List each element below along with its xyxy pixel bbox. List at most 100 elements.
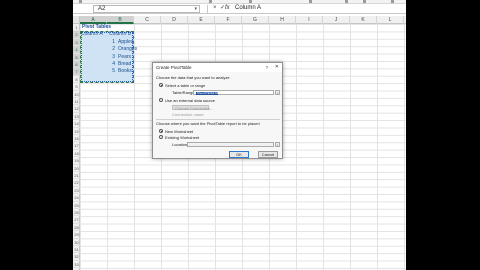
cell-a-value[interactable]: 1: [98, 39, 115, 46]
cell-b-value[interactable]: Apples: [118, 39, 133, 46]
column-header-i[interactable]: I: [296, 16, 323, 24]
cell-a-value[interactable]: 3: [98, 54, 115, 61]
row-header-8[interactable]: 8: [73, 76, 80, 84]
row-header-12[interactable]: 12: [73, 105, 80, 113]
row-header-26[interactable]: 26: [73, 209, 80, 217]
choose-connection-label: Choose Connection...: [175, 106, 214, 111]
new-worksheet-label[interactable]: New Worksheet: [165, 129, 193, 134]
row-header-21[interactable]: 21: [73, 172, 80, 180]
new-worksheet-radio[interactable]: [159, 129, 163, 133]
cell-a-value[interactable]: 5: [98, 68, 115, 75]
row-header-16[interactable]: 16: [73, 135, 80, 143]
table-range-input[interactable]: Sheet1!$A$2:$B$7: [193, 90, 274, 95]
formula-input[interactable]: Column A: [235, 5, 261, 12]
row-header-4[interactable]: 4: [73, 46, 80, 54]
row-header-11[interactable]: 11: [73, 98, 80, 106]
close-icon[interactable]: ✕: [275, 63, 279, 72]
cancel-icon[interactable]: ×: [213, 5, 217, 12]
row-header-32[interactable]: 32: [73, 253, 80, 261]
row-header-28[interactable]: 28: [73, 224, 80, 232]
cancel-button[interactable]: Cancel: [258, 151, 278, 158]
connection-name-label: Connection name:: [172, 112, 205, 117]
choose-connection-button[interactable]: Choose Connection...: [172, 105, 213, 111]
row-header-29[interactable]: 29: [73, 231, 80, 239]
cell-a-value[interactable]: 4: [98, 61, 115, 68]
column-headers: ABCDEFGHIJKL: [80, 16, 406, 24]
cell-b-value[interactable]: Bread: [118, 61, 131, 68]
cell-b2-header[interactable]: Column B: [109, 31, 131, 38]
row-header-9[interactable]: 9: [73, 83, 80, 91]
row-header-1[interactable]: 1: [73, 24, 80, 32]
ok-button[interactable]: OK: [229, 151, 249, 158]
formula-bar: A2 ▾ × ✓ fx Column A: [73, 4, 406, 14]
ribbon-mark: [79, 0, 82, 3]
create-pivottable-dialog: Create PivotTable ? ✕ Choose the data th…: [152, 62, 283, 159]
row-header-5[interactable]: 5: [73, 53, 80, 61]
row-header-17[interactable]: 17: [73, 142, 80, 150]
choose-placement-label: Choose where you want the PivotTable rep…: [156, 121, 260, 126]
cell-b-value[interactable]: Books: [118, 68, 132, 75]
existing-worksheet-radio[interactable]: [159, 135, 163, 139]
row-header-18[interactable]: 18: [73, 150, 80, 158]
divider: [207, 5, 208, 13]
row-header-13[interactable]: 13: [73, 113, 80, 121]
chevron-down-icon[interactable]: ▾: [194, 6, 197, 12]
table-range-value: Sheet1!$A$2:$B$7: [196, 91, 218, 95]
column-header-f[interactable]: F: [215, 16, 242, 24]
column-header-h[interactable]: H: [269, 16, 296, 24]
name-box[interactable]: A2 ▾: [93, 5, 200, 13]
row-header-14[interactable]: 14: [73, 120, 80, 128]
dialog-title-bar[interactable]: Create PivotTable ? ✕: [153, 63, 282, 72]
ribbon-mark: [309, 0, 312, 3]
ribbon-mark: [209, 0, 212, 3]
row-headers: 1 2 3 4 5 6 7 8 9 10 11 12 13 14 15 16 17 18 19 20 21 22 23 24 2…: [73, 24, 80, 270]
row-header-19[interactable]: 19: [73, 157, 80, 165]
select-table-label[interactable]: Select a table or range: [165, 83, 205, 88]
row-header-15[interactable]: 15: [73, 128, 80, 135]
row-header-33[interactable]: 33: [73, 261, 80, 269]
cell-a-value[interactable]: 2: [98, 46, 115, 53]
column-header-g[interactable]: G: [242, 16, 269, 24]
row-header-31[interactable]: 31: [73, 246, 80, 254]
column-header-e[interactable]: E: [188, 16, 215, 24]
row-header-23[interactable]: 23: [73, 187, 80, 195]
column-header-b[interactable]: B: [107, 16, 134, 24]
choose-data-label: Choose the data that you want to analyze: [156, 75, 230, 80]
divider: [156, 119, 280, 120]
row-header-10[interactable]: 10: [73, 91, 80, 98]
row-header-25[interactable]: 25: [73, 202, 80, 209]
range-picker-icon[interactable]: ▪: [275, 90, 280, 95]
range-picker-icon[interactable]: ▪: [275, 142, 280, 147]
excel-window: A2 ▾ × ✓ fx Column A ABCDEFGHIJKL 123456…: [73, 0, 406, 270]
cell-b-value[interactable]: Pears: [118, 54, 131, 61]
column-header-k[interactable]: K: [350, 16, 377, 24]
cell-b-value[interactable]: Oranges: [118, 46, 137, 53]
row-header-27[interactable]: 27: [73, 216, 80, 224]
select-all-corner[interactable]: [73, 16, 80, 24]
external-source-label[interactable]: Use an external data source: [165, 98, 215, 103]
select-table-radio[interactable]: [159, 83, 163, 87]
column-header-d[interactable]: D: [161, 16, 188, 24]
column-header-a[interactable]: A: [80, 16, 107, 24]
help-icon[interactable]: ?: [265, 63, 268, 72]
location-input[interactable]: [187, 142, 274, 147]
name-box-value: A2: [98, 6, 106, 12]
external-source-radio[interactable]: [159, 98, 163, 102]
row-header-7[interactable]: 7: [73, 68, 80, 76]
row-header-24[interactable]: 24: [73, 194, 80, 202]
column-header-l[interactable]: L: [377, 16, 404, 24]
row-header-20[interactable]: 20: [73, 165, 80, 172]
column-header-c[interactable]: C: [134, 16, 161, 24]
row-header-6[interactable]: 6: [73, 61, 80, 69]
row-header-30[interactable]: 30: [73, 239, 80, 246]
cell-a1-title[interactable]: Pivot Tables: [82, 24, 111, 31]
existing-worksheet-label[interactable]: Existing Worksheet: [165, 135, 199, 140]
row-header-2[interactable]: 2: [73, 31, 80, 39]
row-header-22[interactable]: 22: [73, 179, 80, 187]
column-header-j[interactable]: J: [323, 16, 350, 24]
insert-function-button[interactable]: fx: [225, 5, 230, 12]
ribbon-mark: [391, 0, 394, 3]
row-header-3[interactable]: 3: [73, 38, 80, 47]
cell-a2-header[interactable]: Column A: [81, 31, 103, 38]
ribbon-mark: [249, 0, 252, 3]
